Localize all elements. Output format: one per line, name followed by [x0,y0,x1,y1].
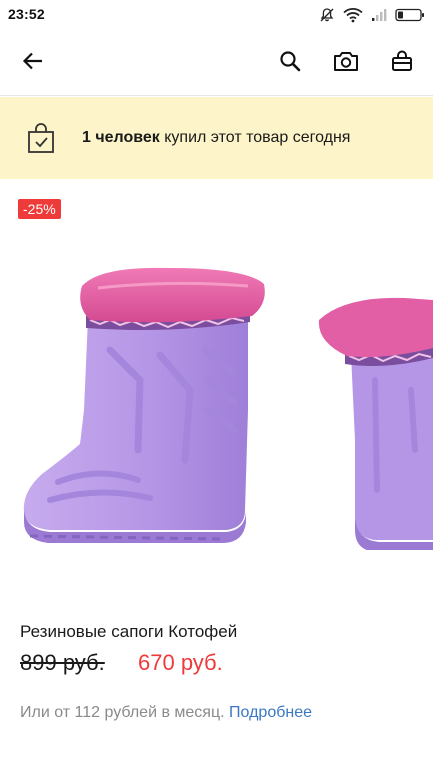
wifi-icon [343,7,363,23]
product-image[interactable] [20,260,280,560]
installment-details-link[interactable]: Подробнее [229,704,312,721]
shopping-bag-icon [390,49,414,78]
back-button[interactable] [16,46,50,80]
camera-icon [333,49,359,78]
camera-search-button[interactable] [329,46,363,80]
new-price: 670 руб. [138,650,223,675]
mute-bell-icon [319,7,335,23]
old-price: 899 руб. [20,650,105,675]
bag-check-icon [24,121,58,155]
purchase-count: 1 человек [82,129,160,146]
status-bar: 23:52 [0,0,433,30]
search-button[interactable] [273,46,307,80]
search-icon [278,49,302,78]
signal-icon [371,8,387,22]
purchase-notice-rest: купил этот товар сегодня [159,129,351,146]
toolbar-actions [273,46,419,80]
installment-text: Или от 112 рублей в месяц. [20,704,225,721]
product-image-gallery[interactable]: -25% [0,180,433,595]
purchase-notice-text: 1 человек купил этот товар сегодня [82,129,350,147]
status-icons [319,5,425,25]
back-arrow-icon [21,49,45,78]
purchase-notice-banner: 1 человек купил этот товар сегодня [0,97,433,179]
discount-badge: -25% [18,199,61,219]
installment-offer: Или от 112 рублей в месяц. Подробнее [20,704,312,722]
cart-button[interactable] [385,46,419,80]
status-time: 23:52 [8,6,45,22]
product-image-next[interactable] [315,290,433,550]
app-toolbar [0,30,433,96]
battery-icon [395,8,425,22]
product-title: Резиновые сапоги Котофей [20,622,238,641]
